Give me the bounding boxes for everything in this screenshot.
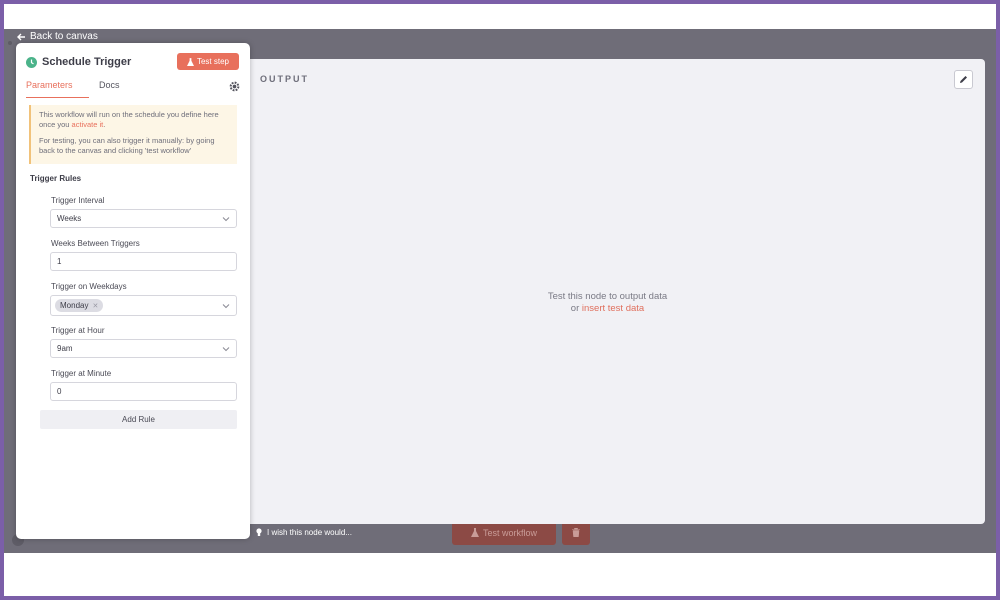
back-to-canvas-label: Back to canvas xyxy=(30,31,98,42)
output-empty-state: Test this node to output data or insert … xyxy=(230,291,985,315)
chevron-down-icon xyxy=(222,217,230,222)
trigger-hour-select[interactable]: 9am xyxy=(50,339,237,358)
node-title[interactable]: Schedule Trigger xyxy=(42,56,131,68)
weekday-chip: Monday ✕ xyxy=(55,299,104,312)
test-workflow-label: Test workflow xyxy=(482,527,537,538)
lightbulb-icon xyxy=(256,528,262,536)
output-title: OUTPUT xyxy=(260,74,309,84)
weeks-between-input[interactable]: 1 xyxy=(50,252,237,271)
weeks-between-value: 1 xyxy=(57,257,62,266)
insert-test-data-link[interactable]: insert test data xyxy=(582,303,644,314)
trash-icon xyxy=(572,528,580,537)
weekday-chip-label: Monday xyxy=(60,301,89,310)
notice-text-1: This workflow will run on the schedule y… xyxy=(39,110,219,129)
weeks-between-label: Weeks Between Triggers xyxy=(51,239,140,248)
pencil-icon xyxy=(960,76,967,83)
output-panel: OUTPUT Test this node to output data or … xyxy=(230,59,985,524)
feedback-label: I wish this node would... xyxy=(267,528,352,537)
gear-icon[interactable] xyxy=(229,81,240,92)
node-tabs: Parameters Docs xyxy=(16,80,250,101)
edit-output-button[interactable] xyxy=(954,70,973,89)
tab-parameters[interactable]: Parameters xyxy=(26,80,89,98)
add-rule-button[interactable]: Add Rule xyxy=(40,410,237,429)
trigger-hour-value: 9am xyxy=(57,344,73,353)
output-empty-or: or xyxy=(570,303,582,314)
flask-icon xyxy=(186,57,194,66)
feedback-link[interactable]: I wish this node would... xyxy=(256,528,352,537)
chevron-down-icon xyxy=(222,304,230,309)
trigger-minute-value: 0 xyxy=(57,387,62,396)
notice-text-1-end: . xyxy=(103,120,106,129)
activate-link[interactable]: activate it xyxy=(72,120,104,129)
trigger-hour-label: Trigger at Hour xyxy=(51,326,105,335)
weekdays-multiselect[interactable]: Monday ✕ xyxy=(50,295,237,316)
close-icon[interactable]: ✕ xyxy=(92,302,98,310)
trigger-rules-title: Trigger Rules xyxy=(30,174,82,183)
notice-text-2: For testing, you can also trigger it man… xyxy=(39,136,215,155)
test-step-label: Test step xyxy=(196,57,229,66)
chevron-down-icon xyxy=(222,347,230,352)
test-step-button[interactable]: Test step xyxy=(177,53,239,70)
node-parameters-panel: Schedule Trigger Test step Parameters Do… xyxy=(16,43,250,539)
activation-notice: This workflow will run on the schedule y… xyxy=(29,105,237,164)
canvas-node-handle xyxy=(8,41,12,45)
trigger-minute-label: Trigger at Minute xyxy=(51,369,112,378)
output-empty-message: Test this node to output data xyxy=(547,291,668,302)
flask-icon xyxy=(470,528,479,537)
node-header: Schedule Trigger xyxy=(26,56,131,68)
tab-docs[interactable]: Docs xyxy=(99,80,120,98)
clock-icon xyxy=(26,56,37,68)
trigger-minute-input[interactable]: 0 xyxy=(50,382,237,401)
trigger-interval-select[interactable]: Weeks xyxy=(50,209,237,228)
trigger-interval-value: Weeks xyxy=(57,214,82,223)
app-frame: Back to canvas Test workflow OUTPUT Test… xyxy=(4,4,996,596)
back-to-canvas-link[interactable]: Back to canvas xyxy=(16,31,98,42)
arrow-left-icon xyxy=(17,33,25,40)
weekdays-label: Trigger on Weekdays xyxy=(51,282,127,291)
trigger-interval-label: Trigger Interval xyxy=(51,196,105,205)
